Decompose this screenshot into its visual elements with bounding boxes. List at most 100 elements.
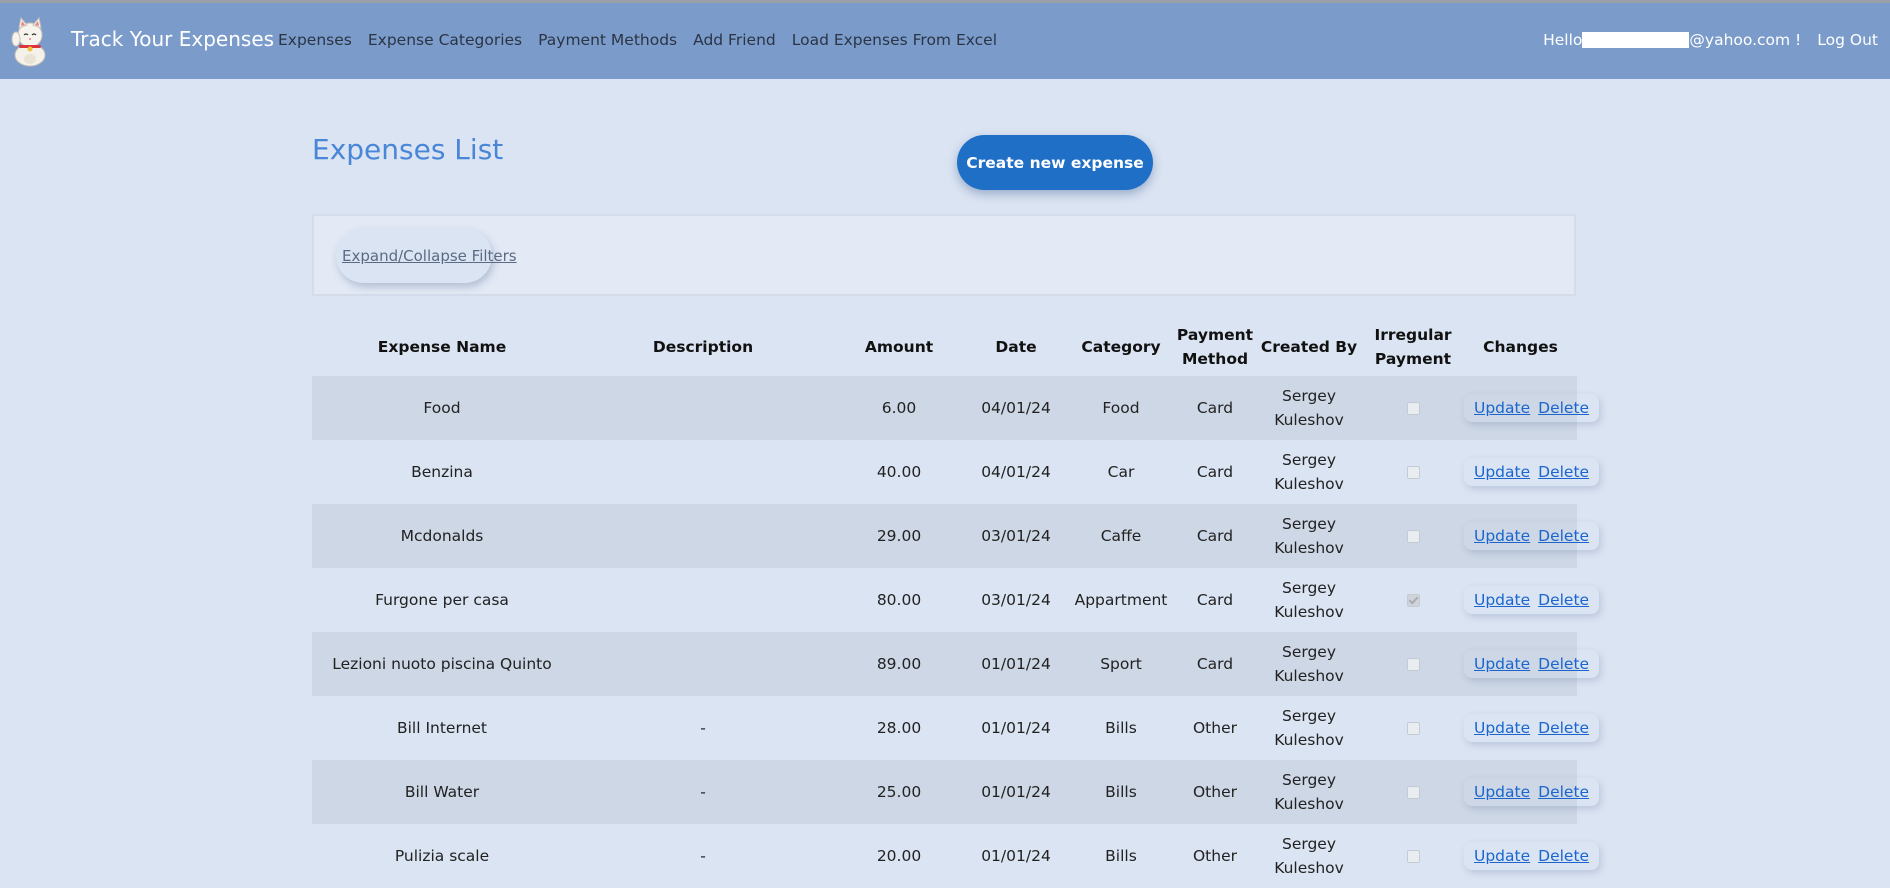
greeting-prefix: Hello [1543,31,1583,49]
row-actions: Update Delete [1464,394,1599,422]
cell-category: Bills [1105,783,1137,801]
cell-date: 01/01/24 [981,847,1051,865]
cell-date: 04/01/24 [981,463,1051,481]
lucky-cat-logo-icon[interactable] [10,15,50,67]
cell-payment-method: Card [1196,463,1234,481]
cell-payment-method: Card [1196,399,1234,417]
header-changes: Changes [1483,338,1558,356]
row-actions: Update Delete [1464,650,1599,678]
cell-irregular-payment [1362,376,1464,440]
cell-description: - [700,719,706,737]
cell-description: - [700,783,706,801]
cell-created-by: Sergey Kuleshov [1274,771,1344,813]
cell-payment-method: Card [1196,527,1234,545]
nav-link-payment-methods[interactable]: Payment Methods [538,31,677,49]
table-row: Lezioni nuoto piscina Quinto 89.00 01/01/2… [312,632,1589,696]
logout-link[interactable]: Log Out [1817,31,1878,49]
cell-date: 04/01/24 [981,399,1051,417]
cell-changes: Update Delete [1464,760,1589,824]
row-actions: Update Delete [1464,522,1599,550]
row-actions: Update Delete [1464,842,1599,870]
header-created-by: Created By [1260,338,1358,356]
cell-category: Sport [1100,655,1142,673]
nav-link-load-from-excel[interactable]: Load Expenses From Excel [792,31,997,49]
create-expense-button[interactable]: Create new expense [957,135,1153,190]
cell-changes: Update Delete [1464,504,1589,568]
cell-amount: 28.00 [876,719,922,737]
cell-date: 03/01/24 [981,591,1051,609]
cell-expense-name: Food [423,399,461,417]
delete-link[interactable]: Delete [1538,460,1589,484]
cell-description [572,376,834,440]
cell-amount: 40.00 [876,463,922,481]
cell-created-by: Sergey Kuleshov [1274,515,1344,557]
table-row: Pulizia scale - 20.00 01/01/24 Bills Other Ser… [312,824,1589,888]
delete-link[interactable]: Delete [1538,588,1589,612]
cell-irregular-payment [1362,760,1464,824]
expenses-table-body: Food 6.00 04/01/24 Food Card Sergey Kuleshov U… [312,376,1589,888]
delete-link[interactable]: Delete [1538,524,1589,548]
cell-created-by: Sergey Kuleshov [1274,643,1344,685]
cell-amount: 20.00 [876,847,922,865]
cell-date: 01/01/24 [981,655,1051,673]
cell-changes: Update Delete [1464,376,1589,440]
update-link[interactable]: Update [1474,652,1530,676]
cell-category: Caffe [1100,527,1142,545]
irregular-payment-checkbox [1406,850,1420,863]
update-link[interactable]: Update [1474,460,1530,484]
cell-created-by: Sergey Kuleshov [1274,451,1344,493]
irregular-payment-checkbox [1406,658,1420,671]
cell-expense-name: Bill Internet [396,719,488,737]
page-title: Expenses List [312,133,504,166]
table-row: Bill Internet - 28.00 01/01/24 Bills Other Ser… [312,696,1589,760]
delete-link[interactable]: Delete [1538,652,1589,676]
toggle-filters-button[interactable]: Expand/Collapse Filters [336,228,517,283]
delete-link[interactable]: Delete [1538,844,1589,868]
app-brand-title[interactable]: Track Your Expenses [71,27,274,51]
cell-payment-method: Other [1192,783,1237,801]
cell-category: Car [1107,463,1135,481]
update-link[interactable]: Update [1474,524,1530,548]
cell-created-by: Sergey Kuleshov [1274,707,1344,749]
cell-changes: Update Delete [1464,696,1589,760]
header-expense-name: Expense Name [377,338,507,356]
redacted-email-block [1582,32,1690,48]
header-description: Description [652,338,754,356]
cell-expense-name: Bill Water [404,783,480,801]
cell-irregular-payment [1362,568,1464,632]
cell-irregular-payment [1362,440,1464,504]
cell-irregular-payment [1362,824,1464,888]
main-nav: Expenses Expense Categories Payment Meth… [278,31,1013,49]
update-link[interactable]: Update [1474,780,1530,804]
header-date: Date [995,338,1037,356]
delete-link[interactable]: Delete [1538,716,1589,740]
nav-link-expense-categories[interactable]: Expense Categories [368,31,522,49]
cell-description [572,440,834,504]
cell-payment-method: Other [1192,719,1237,737]
user-greeting: Hello @yahoo.com ! [1543,31,1801,49]
header-irregular-payment: Irregular Payment [1374,326,1452,368]
table-row: Mcdonalds 29.00 03/01/24 Caffe Card Sergey Ku… [312,504,1589,568]
update-link[interactable]: Update [1474,716,1530,740]
update-link[interactable]: Update [1474,396,1530,420]
update-link[interactable]: Update [1474,588,1530,612]
irregular-payment-checkbox [1406,530,1420,543]
cell-expense-name: Furgone per casa [375,591,509,609]
cell-description [572,504,834,568]
cell-changes: Update Delete [1464,824,1589,888]
cell-date: 03/01/24 [981,527,1051,545]
cell-changes: Update Delete [1464,440,1589,504]
delete-link[interactable]: Delete [1538,780,1589,804]
cell-payment-method: Card [1196,655,1234,673]
cell-expense-name: Lezioni nuoto piscina Quinto [332,655,552,673]
cell-expense-name: Benzina [411,463,473,481]
nav-link-add-friend[interactable]: Add Friend [693,31,776,49]
cell-created-by: Sergey Kuleshov [1274,579,1344,621]
nav-link-expenses[interactable]: Expenses [278,31,352,49]
delete-link[interactable]: Delete [1538,396,1589,420]
update-link[interactable]: Update [1474,844,1530,868]
row-actions: Update Delete [1464,458,1599,486]
cell-amount: 25.00 [876,783,922,801]
cell-date: 01/01/24 [981,783,1051,801]
table-row: Benzina 40.00 04/01/24 Car Card Sergey Kulesh… [312,440,1589,504]
